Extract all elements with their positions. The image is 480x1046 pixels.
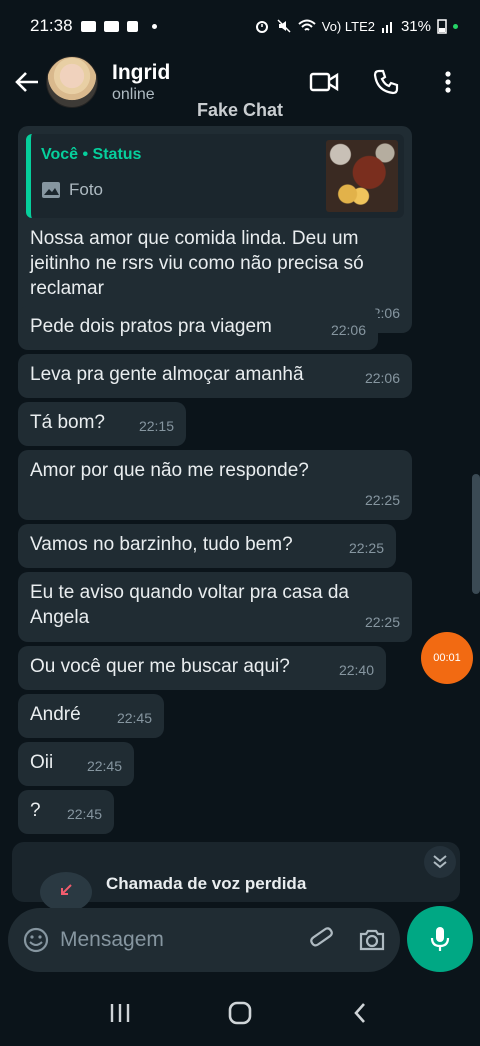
composer-actions — [308, 926, 386, 954]
battery-icon — [437, 19, 447, 34]
attach-icon[interactable] — [308, 926, 336, 954]
message-input[interactable] — [60, 928, 280, 952]
status-thumbnail — [326, 140, 398, 212]
voice-call-icon[interactable] — [370, 66, 402, 98]
signal-icon — [381, 22, 392, 33]
wifi-icon — [298, 19, 316, 31]
message-bubble[interactable]: Amor por que não me responde? 22:25 — [18, 450, 412, 520]
status-reply-card[interactable]: Você • Status Foto — [26, 134, 404, 218]
message-text: André — [30, 704, 81, 725]
message-time: 22:15 — [138, 418, 174, 434]
message-time: 22:25 — [348, 540, 384, 556]
message-time: 22:45 — [86, 758, 122, 774]
more-options-icon[interactable] — [432, 66, 464, 98]
more-notifications-icon — [151, 23, 157, 29]
message-text: Ou você quer me buscar aqui? — [30, 656, 290, 677]
status-bar: 21:38 Vo) LTE2 31% — [0, 0, 480, 52]
message-bubble[interactable]: André 22:45 — [18, 694, 164, 738]
message-bubble[interactable]: Vamos no barzinho, tudo bem? 22:25 — [18, 524, 396, 568]
system-nav-bar — [0, 980, 480, 1046]
message-text: Oii — [30, 752, 54, 773]
recent-apps-icon[interactable] — [100, 993, 140, 1033]
privacy-indicator-icon — [453, 23, 458, 29]
status-time: 21:38 — [30, 16, 73, 35]
app-notification-icon — [103, 20, 119, 32]
message-time: 22:40 — [338, 662, 374, 678]
reply-type-label: Foto — [69, 180, 104, 199]
message-time: 22:45 — [66, 806, 102, 822]
app-notification-icon — [126, 20, 138, 32]
missed-call-card[interactable]: Chamada de voz perdida — [12, 842, 460, 912]
message-bubble[interactable]: ? 22:45 — [18, 790, 114, 834]
message-text: Vamos no barzinho, tudo bem? — [30, 534, 293, 555]
status-left: 21:38 — [30, 16, 157, 36]
message-time: 22:25 — [364, 614, 400, 630]
message-bubble[interactable]: Ou você quer me buscar aqui? 22:40 — [18, 646, 386, 690]
contact-info[interactable]: Ingrid online — [112, 61, 170, 104]
chat-area[interactable]: Você • Status Foto Nossa amor que comida… — [0, 118, 480, 898]
back-arrow-icon[interactable] — [12, 67, 42, 97]
scroll-to-bottom-icon[interactable] — [424, 846, 456, 878]
emoji-icon[interactable] — [22, 926, 50, 954]
camera-icon[interactable] — [358, 927, 386, 953]
network-label: Vo) LTE2 — [321, 18, 375, 34]
message-text: Nossa amor que comida linda. Deu um jeit… — [30, 228, 364, 299]
message-time: 22:45 — [116, 710, 152, 726]
mute-icon — [277, 19, 291, 33]
message-time: 22:06 — [330, 322, 366, 338]
mic-icon — [430, 927, 450, 951]
message-bubble[interactable]: Leva pra gente almoçar amanhã 22:06 — [18, 354, 412, 398]
message-text: Eu te aviso quando voltar pra casa da An… — [30, 582, 349, 628]
message-bubble[interactable]: Pede dois pratos pra viagem 22:06 — [18, 306, 378, 350]
scrollbar[interactable] — [472, 474, 480, 594]
message-bubble[interactable]: Oii 22:45 — [18, 742, 134, 786]
video-notification-icon — [80, 20, 96, 32]
message-bubble[interactable]: Tá bom? 22:15 — [18, 402, 186, 446]
recording-badge[interactable]: 00:01 — [421, 632, 473, 684]
back-nav-icon[interactable] — [340, 993, 380, 1033]
battery-percent: 31% — [400, 17, 431, 35]
status-right: Vo) LTE2 31% — [254, 18, 458, 35]
message-text: Leva pra gente almoçar amanhã — [30, 364, 304, 385]
header-actions — [308, 66, 468, 98]
missed-call-icon — [40, 872, 92, 912]
alarm-icon — [255, 21, 268, 33]
message-text: Tá bom? — [30, 412, 105, 433]
missed-call-label: Chamada de voz perdida — [106, 874, 307, 893]
video-call-icon[interactable] — [308, 66, 340, 98]
message-time: 22:06 — [364, 370, 400, 386]
contact-name: Ingrid — [112, 60, 171, 84]
message-text: Pede dois pratos pra viagem — [30, 316, 272, 337]
message-text: ? — [30, 800, 41, 821]
message-text: Amor por que não me responde? — [30, 460, 309, 481]
photo-icon — [42, 181, 60, 198]
home-icon[interactable] — [220, 993, 260, 1033]
message-time: 22:25 — [364, 492, 400, 508]
message-bubble[interactable]: Você • Status Foto Nossa amor que comida… — [18, 126, 412, 333]
message-composer — [8, 908, 400, 972]
message-bubble[interactable]: Eu te aviso quando voltar pra casa da An… — [18, 572, 412, 642]
mic-button[interactable] — [407, 906, 473, 972]
